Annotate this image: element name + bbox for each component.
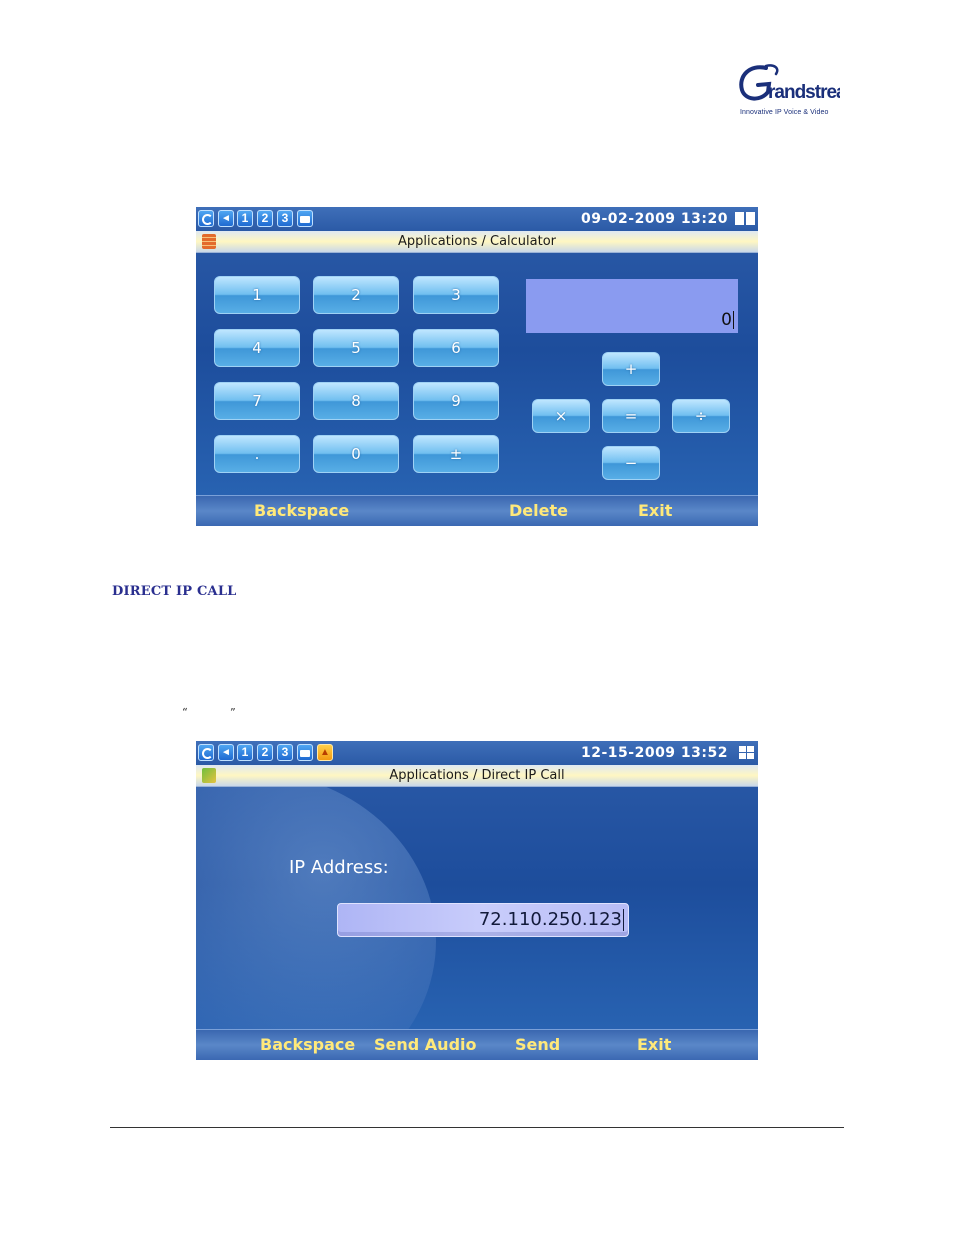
key-7[interactable]: 7 bbox=[214, 382, 300, 420]
alert-icon: ▲ bbox=[317, 744, 333, 761]
ip-address-label: IP Address: bbox=[289, 857, 389, 878]
status-bar: ◄ 1 2 3 ▲ 12-15-2009 13:52 bbox=[196, 741, 758, 765]
status-bar: ◄ 1 2 3 09-02-2009 13:20 bbox=[196, 207, 758, 231]
status-datetime: 09-02-2009 13:20 bbox=[581, 211, 728, 227]
backspace-softkey[interactable]: Backspace bbox=[260, 1035, 355, 1054]
key-8[interactable]: 8 bbox=[313, 382, 399, 420]
ip-address-input[interactable]: 72.110.250.123 bbox=[337, 903, 629, 937]
line-3-icon: 3 bbox=[277, 210, 293, 227]
screen-title: Applications / Calculator bbox=[397, 234, 557, 249]
calculator-display: 0 bbox=[526, 279, 738, 333]
key-add[interactable]: + bbox=[602, 352, 660, 386]
send-softkey[interactable]: Send bbox=[515, 1035, 560, 1054]
key-decimal[interactable]: . bbox=[214, 435, 300, 473]
sync-icon bbox=[198, 210, 214, 227]
display-value: 0 bbox=[721, 310, 734, 330]
grandstream-logo-mark: randstream bbox=[739, 64, 840, 103]
grandstream-logo: randstream Innovative IP Voice & Video bbox=[736, 62, 840, 120]
delete-softkey[interactable]: Delete bbox=[509, 501, 568, 520]
section-heading: DIRECT IP CALL bbox=[112, 584, 237, 599]
folder-icon bbox=[297, 210, 313, 227]
exit-softkey[interactable]: Exit bbox=[638, 501, 672, 520]
line-3-icon: 3 bbox=[277, 744, 293, 761]
battery-icon bbox=[735, 212, 755, 225]
footer-divider bbox=[110, 1127, 844, 1128]
quote-close: ” bbox=[230, 706, 236, 719]
backspace-softkey[interactable]: Backspace bbox=[254, 501, 349, 520]
key-multiply[interactable]: × bbox=[532, 399, 590, 433]
key-3[interactable]: 3 bbox=[413, 276, 499, 314]
key-subtract[interactable]: − bbox=[602, 446, 660, 480]
key-1[interactable]: 1 bbox=[214, 276, 300, 314]
softkey-bar: Backspace Delete Exit bbox=[196, 495, 758, 526]
key-divide[interactable]: ÷ bbox=[672, 399, 730, 433]
network-status-icon bbox=[739, 746, 755, 760]
ip-address-value: 72.110.250.123 bbox=[478, 909, 624, 931]
key-plus-minus[interactable]: ± bbox=[413, 435, 499, 473]
key-9[interactable]: 9 bbox=[413, 382, 499, 420]
line-1-icon: 1 bbox=[237, 744, 253, 761]
calculator-screenshot: ◄ 1 2 3 09-02-2009 13:20 Applications / … bbox=[196, 207, 758, 526]
logo-tagline: Innovative IP Voice & Video bbox=[740, 109, 829, 116]
quote-open: “ bbox=[182, 706, 188, 719]
line-2-icon: 2 bbox=[257, 210, 273, 227]
svg-text:randstream: randstream bbox=[768, 82, 840, 103]
status-datetime: 12-15-2009 13:52 bbox=[581, 745, 728, 761]
speaker-icon: ◄ bbox=[218, 210, 234, 227]
title-bar: Applications / Calculator bbox=[196, 231, 758, 253]
screen-title: Applications / Direct IP Call bbox=[389, 768, 565, 783]
folder-icon bbox=[297, 744, 313, 761]
line-2-icon: 2 bbox=[257, 744, 273, 761]
key-equals[interactable]: = bbox=[602, 399, 660, 433]
key-5[interactable]: 5 bbox=[313, 329, 399, 367]
softkey-bar: Backspace Send Audio Send Exit bbox=[196, 1029, 758, 1060]
key-0[interactable]: 0 bbox=[313, 435, 399, 473]
send-audio-softkey[interactable]: Send Audio bbox=[374, 1035, 477, 1054]
direct-ip-call-screenshot: ◄ 1 2 3 ▲ 12-15-2009 13:52 Applications … bbox=[196, 741, 758, 1060]
key-2[interactable]: 2 bbox=[313, 276, 399, 314]
line-1-icon: 1 bbox=[237, 210, 253, 227]
exit-softkey[interactable]: Exit bbox=[637, 1035, 671, 1054]
sync-icon bbox=[198, 744, 214, 761]
title-bar: Applications / Direct IP Call bbox=[196, 765, 758, 787]
key-6[interactable]: 6 bbox=[413, 329, 499, 367]
speaker-icon: ◄ bbox=[218, 744, 234, 761]
key-4[interactable]: 4 bbox=[214, 329, 300, 367]
